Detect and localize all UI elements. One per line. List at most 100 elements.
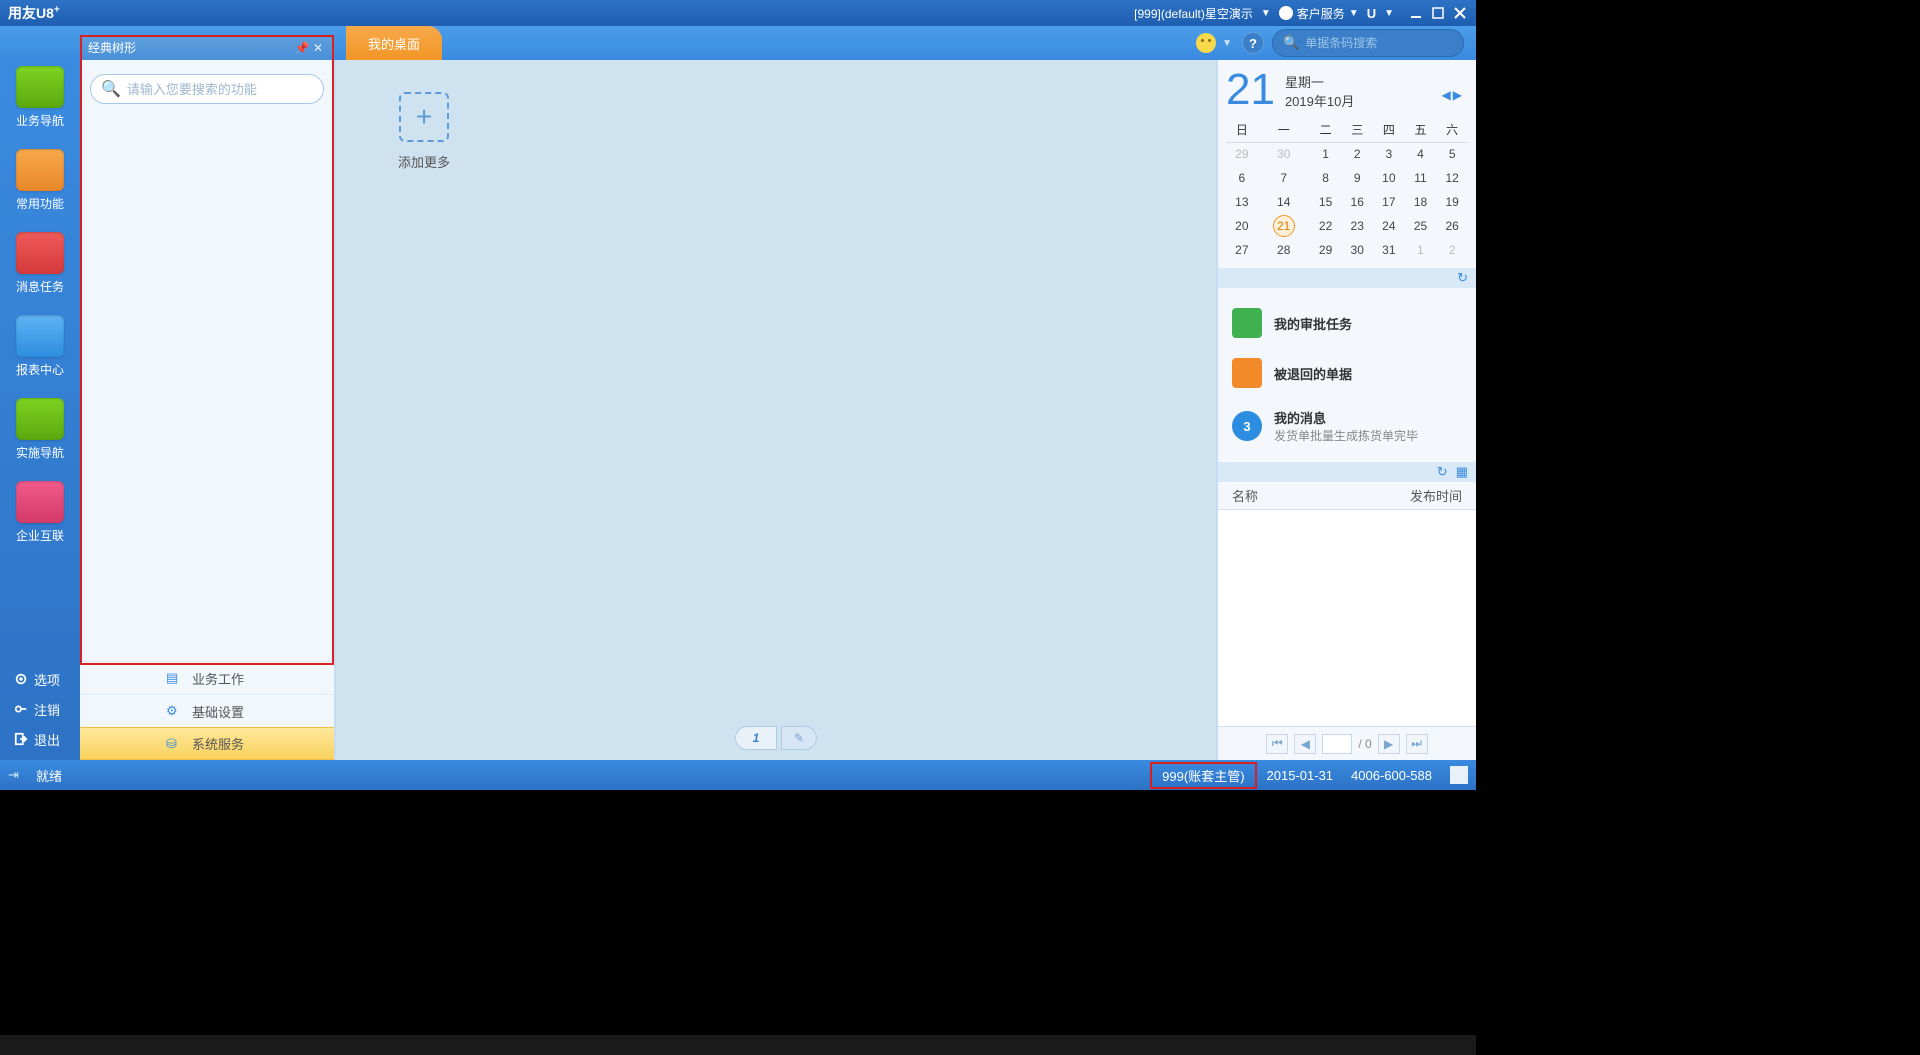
cal-prev-icon[interactable]: ◀ [1442,88,1451,102]
task-messages-title: 我的消息 [1274,408,1418,427]
cal-day[interactable]: 11 [1405,166,1437,190]
customer-service[interactable]: 客户服务 ▼ [1279,5,1359,22]
options-label: 选项 [34,670,60,689]
tree-search[interactable]: 🔍 [90,74,324,104]
tree-cat-1[interactable]: ⚙基础设置 [80,694,334,727]
minimize-button[interactable] [1408,5,1424,21]
cal-day[interactable]: 19 [1436,190,1468,214]
barcode-search[interactable]: 🔍 [1272,29,1464,57]
status-text: 就绪 [36,766,62,785]
leftnav-item-4[interactable]: 实施导航 [10,398,70,461]
cal-day[interactable]: 25 [1405,214,1437,238]
leftnav-item-1[interactable]: 常用功能 [10,149,70,212]
tree-cat-2[interactable]: ⛁系统服务 [80,727,334,760]
cal-day[interactable]: 18 [1405,190,1437,214]
cal-day[interactable]: 13 [1226,190,1258,214]
tree-categories: ▤业务工作⚙基础设置⛁系统服务 [80,661,334,760]
leftnav-item-3[interactable]: 报表中心 [10,315,70,378]
refresh-icon[interactable]: ↻ [1437,464,1448,480]
pager-last[interactable]: ⏭ [1406,734,1428,754]
pin-icon[interactable]: 📌 [294,40,310,56]
cal-day[interactable]: 4 [1405,142,1437,166]
options-button[interactable]: 选项 [0,664,80,694]
cal-day[interactable]: 16 [1341,190,1373,214]
cal-dow: 六 [1436,118,1468,142]
smiley-dropdown-icon[interactable]: ▼ [1222,38,1232,49]
exit-button[interactable]: 退出 [0,724,80,754]
logout-button[interactable]: 注销 [0,694,80,724]
cal-day[interactable]: 30 [1341,238,1373,262]
u-menu[interactable]: U [1367,6,1376,21]
cal-dow: 一 [1258,118,1310,142]
tree-search-input[interactable] [127,82,313,97]
cal-day[interactable]: 7 [1258,166,1310,190]
cat-icon: ⚙ [166,703,182,719]
tab-my-desktop[interactable]: 我的桌面 [346,26,442,60]
cal-day[interactable]: 6 [1226,166,1258,190]
refresh-icon[interactable]: ↻ [1457,270,1468,286]
cal-day[interactable]: 9 [1341,166,1373,190]
task-messages[interactable]: 3 我的消息 发货单批量生成拣货单完毕 [1228,398,1466,454]
cal-day[interactable]: 12 [1436,166,1468,190]
leftnav-item-2[interactable]: 消息任务 [10,232,70,295]
status-account[interactable]: 999(账套主管) [1150,762,1256,789]
smiley-icon[interactable] [1196,33,1216,53]
desktop-pager: 1 ✎ [735,726,817,750]
account-info: [999](default)星空演示 [1134,5,1253,22]
barcode-search-input[interactable] [1305,36,1460,50]
cal-day[interactable]: 29 [1310,238,1342,262]
headset-icon [1279,6,1293,20]
news-col-time: 发布时间 [1410,486,1462,505]
page-edit-icon[interactable]: ✎ [781,726,817,750]
cal-day[interactable]: 2 [1436,238,1468,262]
cal-day[interactable]: 15 [1310,190,1342,214]
task-approval[interactable]: 我的审批任务 [1228,298,1466,348]
cal-day[interactable]: 14 [1258,190,1310,214]
pager-next[interactable]: ▶ [1378,734,1400,754]
cal-day[interactable]: 29 [1226,142,1258,166]
expand-icon[interactable]: ⇥ [8,767,24,783]
list-icon[interactable]: ▦ [1456,464,1468,480]
cal-day[interactable]: 5 [1436,142,1468,166]
cal-day[interactable]: 24 [1373,214,1405,238]
page-indicator[interactable]: 1 [735,726,777,750]
pager-first[interactable]: ⏮ [1266,734,1288,754]
windows-taskbar[interactable] [0,1035,1476,1055]
titlebar: 用友U8+ [999](default)星空演示 ▼ 客户服务 ▼ U ▼ [0,0,1476,26]
add-more-tile[interactable]: + 添加更多 [384,92,464,171]
cal-day[interactable]: 22 [1310,214,1342,238]
qr-icon[interactable] [1450,766,1468,784]
cal-day[interactable]: 31 [1373,238,1405,262]
maximize-button[interactable] [1430,5,1446,21]
cal-day[interactable]: 30 [1258,142,1310,166]
news-pager: ⏮ ◀ / 0 ▶ ⏭ [1218,726,1476,760]
u-dropdown-icon[interactable]: ▼ [1384,8,1394,19]
cal-day[interactable]: 1 [1310,142,1342,166]
leftnav-item-5[interactable]: 企业互联 [10,481,70,544]
tree-cat-0[interactable]: ▤业务工作 [80,661,334,694]
account-dropdown-icon[interactable]: ▼ [1261,8,1271,19]
cal-day[interactable]: 17 [1373,190,1405,214]
cal-day[interactable]: 28 [1258,238,1310,262]
cal-day[interactable]: 10 [1373,166,1405,190]
close-button[interactable] [1452,5,1468,21]
task-approval-label: 我的审批任务 [1274,314,1352,333]
cal-day[interactable]: 23 [1341,214,1373,238]
cal-next-icon[interactable]: ▶ [1453,88,1462,102]
cal-day[interactable]: 20 [1226,214,1258,238]
pager-prev[interactable]: ◀ [1294,734,1316,754]
cal-day[interactable]: 1 [1405,238,1437,262]
cal-dow: 四 [1373,118,1405,142]
leftnav-item-0[interactable]: 业务导航 [10,66,70,129]
close-panel-icon[interactable]: ✕ [310,40,326,56]
cal-day[interactable]: 2 [1341,142,1373,166]
pager-input[interactable] [1322,734,1352,754]
help-button[interactable]: ? [1242,32,1264,54]
cal-day[interactable]: 3 [1373,142,1405,166]
cal-day[interactable]: 8 [1310,166,1342,190]
cal-day[interactable]: 26 [1436,214,1468,238]
task-returned[interactable]: 被退回的单据 [1228,348,1466,398]
cal-day[interactable]: 27 [1226,238,1258,262]
cal-day[interactable]: 21 [1258,214,1310,238]
leftnav-label: 常用功能 [16,195,64,212]
